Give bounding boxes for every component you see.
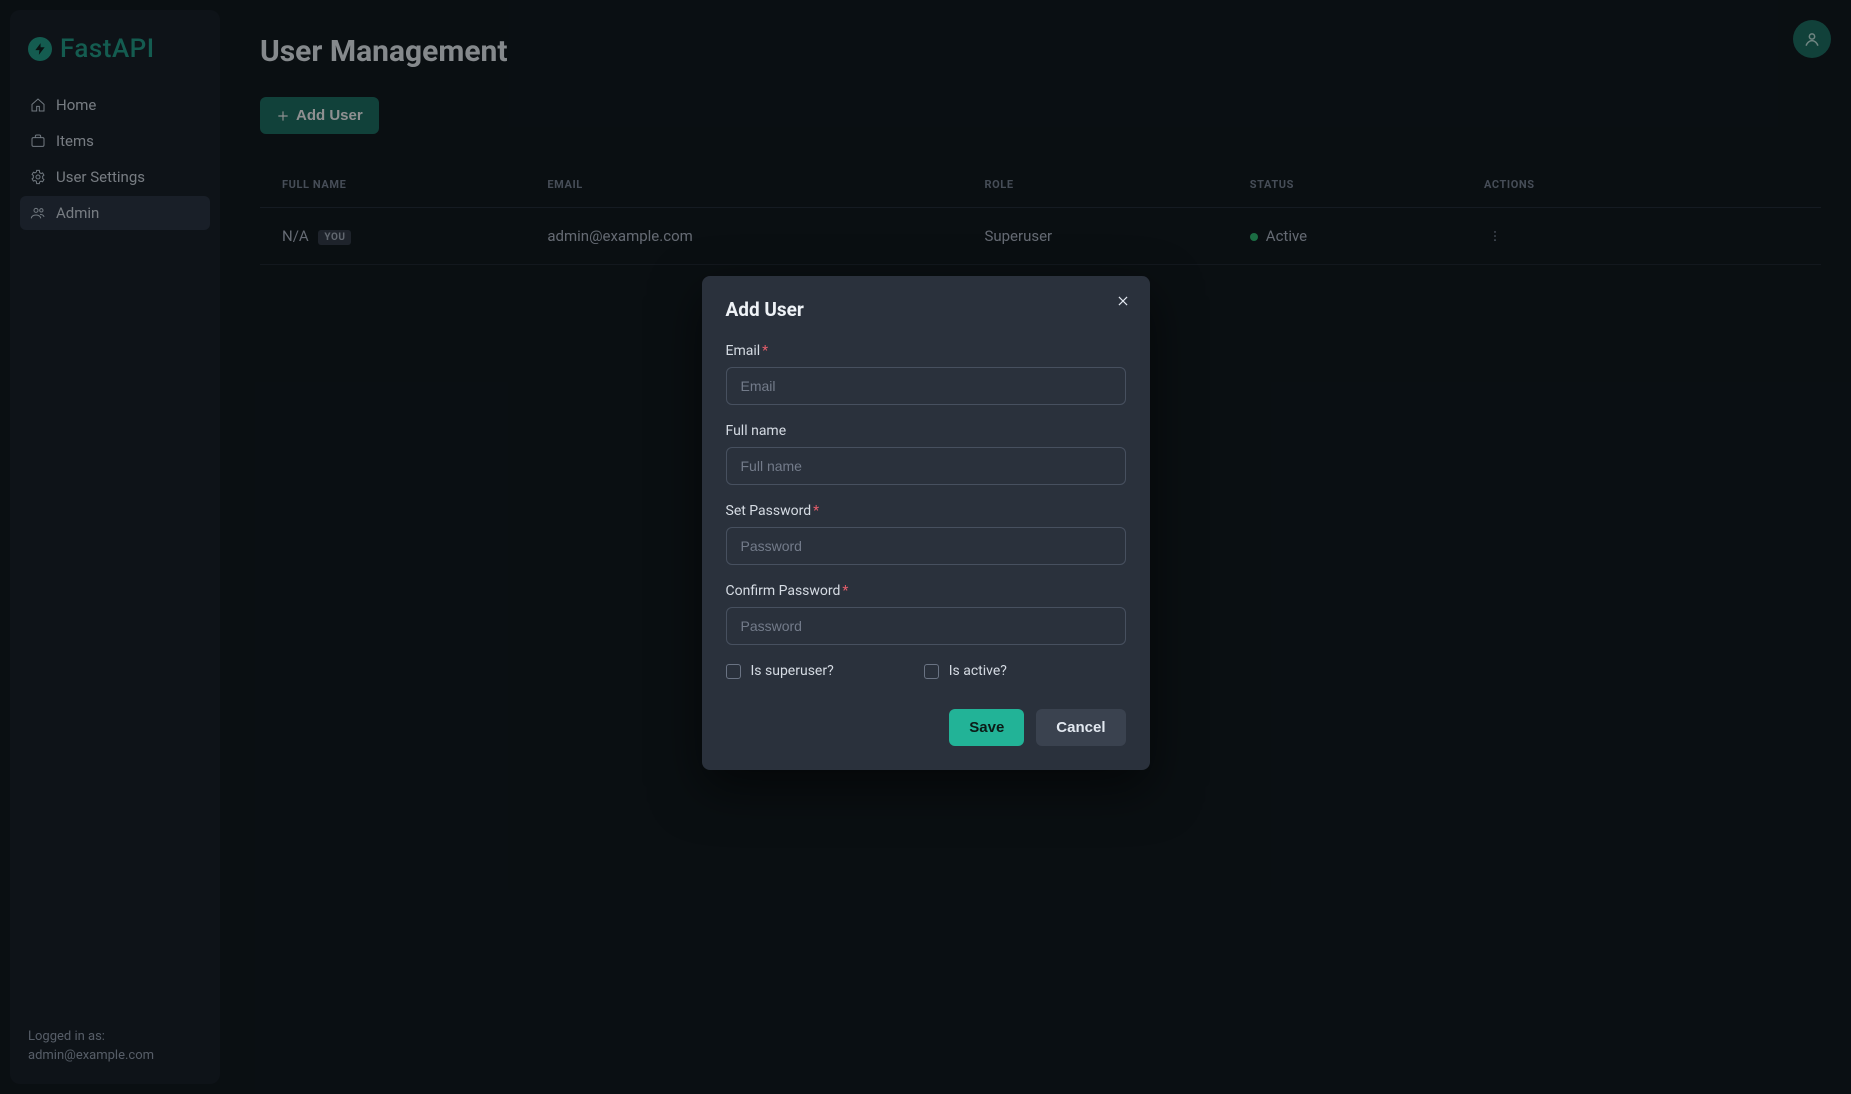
password-input[interactable]	[726, 527, 1126, 565]
checkbox-label: Is active?	[949, 663, 1007, 679]
label-email: Email*	[726, 343, 1126, 359]
checkbox-row: Is superuser? Is active?	[726, 663, 1126, 679]
field-email: Email*	[726, 343, 1126, 405]
required-marker: *	[842, 583, 848, 599]
label-confirm-password: Confirm Password*	[726, 583, 1126, 599]
modal-close-button[interactable]	[1112, 290, 1134, 316]
label-full-name: Full name	[726, 423, 1126, 439]
save-button[interactable]: Save	[949, 709, 1024, 746]
full-name-input[interactable]	[726, 447, 1126, 485]
confirm-password-input[interactable]	[726, 607, 1126, 645]
modal-title: Add User	[726, 298, 1126, 321]
label-password: Set Password*	[726, 503, 1126, 519]
required-marker: *	[813, 503, 819, 519]
cancel-button[interactable]: Cancel	[1036, 709, 1125, 746]
close-icon	[1116, 294, 1130, 308]
add-user-modal: Add User Email* Full name Set Password* …	[702, 276, 1150, 770]
email-input[interactable]	[726, 367, 1126, 405]
is-active-checkbox[interactable]: Is active?	[924, 663, 1007, 679]
modal-actions: Save Cancel	[726, 709, 1126, 746]
modal-backdrop[interactable]: Add User Email* Full name Set Password* …	[0, 0, 1851, 1094]
required-marker: *	[762, 343, 768, 359]
is-superuser-checkbox[interactable]: Is superuser?	[726, 663, 834, 679]
checkbox-box	[924, 664, 939, 679]
field-confirm-password: Confirm Password*	[726, 583, 1126, 645]
field-full-name: Full name	[726, 423, 1126, 485]
field-password: Set Password*	[726, 503, 1126, 565]
checkbox-box	[726, 664, 741, 679]
checkbox-label: Is superuser?	[751, 663, 834, 679]
